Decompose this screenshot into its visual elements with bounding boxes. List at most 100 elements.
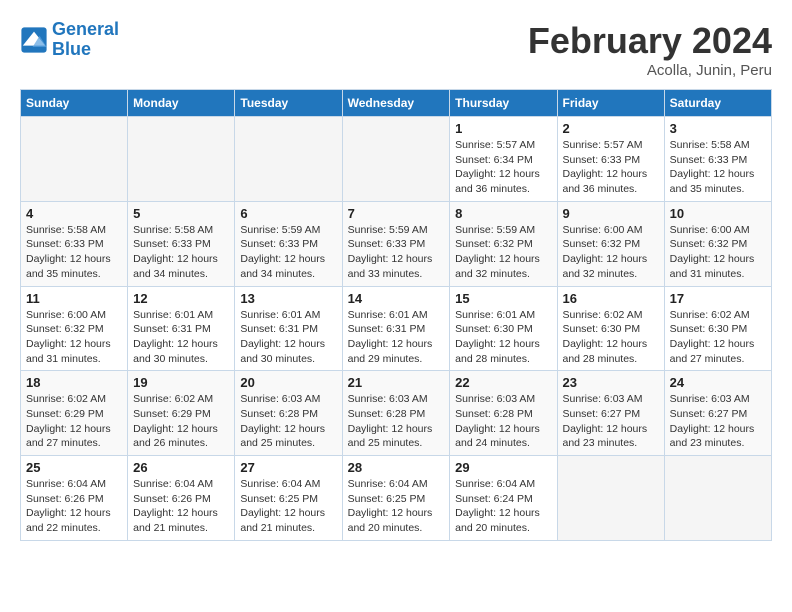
day-number: 13 bbox=[240, 291, 336, 306]
day-number: 2 bbox=[563, 121, 659, 136]
calendar-cell: 3 Sunrise: 5:58 AM Sunset: 6:33 PM Daylig… bbox=[664, 117, 771, 202]
day-number: 29 bbox=[455, 460, 551, 475]
calendar-cell: 7 Sunrise: 5:59 AM Sunset: 6:33 PM Daylig… bbox=[342, 201, 450, 286]
calendar-cell bbox=[342, 117, 450, 202]
day-number: 1 bbox=[455, 121, 551, 136]
day-number: 20 bbox=[240, 375, 336, 390]
day-info: Sunrise: 6:01 AM Sunset: 6:31 PM Dayligh… bbox=[348, 308, 445, 367]
day-info: Sunrise: 5:58 AM Sunset: 6:33 PM Dayligh… bbox=[26, 223, 122, 282]
day-info: Sunrise: 6:00 AM Sunset: 6:32 PM Dayligh… bbox=[26, 308, 122, 367]
calendar-cell: 20 Sunrise: 6:03 AM Sunset: 6:28 PM Dayli… bbox=[235, 371, 342, 456]
day-number: 18 bbox=[26, 375, 122, 390]
col-header-thursday: Thursday bbox=[450, 90, 557, 117]
day-info: Sunrise: 6:00 AM Sunset: 6:32 PM Dayligh… bbox=[670, 223, 766, 282]
calendar-cell bbox=[235, 117, 342, 202]
day-info: Sunrise: 6:02 AM Sunset: 6:29 PM Dayligh… bbox=[26, 392, 122, 451]
day-number: 9 bbox=[563, 206, 659, 221]
day-info: Sunrise: 6:04 AM Sunset: 6:26 PM Dayligh… bbox=[26, 477, 122, 536]
calendar-cell bbox=[664, 456, 771, 541]
day-number: 26 bbox=[133, 460, 229, 475]
calendar-cell: 25 Sunrise: 6:04 AM Sunset: 6:26 PM Dayli… bbox=[21, 456, 128, 541]
day-number: 24 bbox=[670, 375, 766, 390]
day-info: Sunrise: 6:02 AM Sunset: 6:30 PM Dayligh… bbox=[670, 308, 766, 367]
day-number: 10 bbox=[670, 206, 766, 221]
day-number: 17 bbox=[670, 291, 766, 306]
day-number: 16 bbox=[563, 291, 659, 306]
day-number: 28 bbox=[348, 460, 445, 475]
day-info: Sunrise: 6:01 AM Sunset: 6:31 PM Dayligh… bbox=[133, 308, 229, 367]
day-number: 21 bbox=[348, 375, 445, 390]
calendar-cell: 12 Sunrise: 6:01 AM Sunset: 6:31 PM Dayli… bbox=[128, 286, 235, 371]
col-header-monday: Monday bbox=[128, 90, 235, 117]
location: Acolla, Junin, Peru bbox=[528, 62, 772, 79]
calendar-cell: 21 Sunrise: 6:03 AM Sunset: 6:28 PM Dayli… bbox=[342, 371, 450, 456]
day-info: Sunrise: 5:58 AM Sunset: 6:33 PM Dayligh… bbox=[670, 138, 766, 197]
calendar-cell bbox=[557, 456, 664, 541]
day-info: Sunrise: 6:04 AM Sunset: 6:24 PM Dayligh… bbox=[455, 477, 551, 536]
calendar-cell: 15 Sunrise: 6:01 AM Sunset: 6:30 PM Dayli… bbox=[450, 286, 557, 371]
calendar-cell: 14 Sunrise: 6:01 AM Sunset: 6:31 PM Dayli… bbox=[342, 286, 450, 371]
day-number: 22 bbox=[455, 375, 551, 390]
col-header-tuesday: Tuesday bbox=[235, 90, 342, 117]
day-number: 3 bbox=[670, 121, 766, 136]
calendar-cell: 23Sunrise: 6:03 AM Sunset: 6:27 PM Dayli… bbox=[557, 371, 664, 456]
day-info: Sunrise: 5:58 AM Sunset: 6:33 PM Dayligh… bbox=[133, 223, 229, 282]
calendar-cell: 10 Sunrise: 6:00 AM Sunset: 6:32 PM Dayli… bbox=[664, 201, 771, 286]
logo-icon bbox=[20, 26, 48, 54]
calendar-cell bbox=[21, 117, 128, 202]
calendar-cell: 24Sunrise: 6:03 AM Sunset: 6:27 PM Dayli… bbox=[664, 371, 771, 456]
day-info: Sunrise: 5:59 AM Sunset: 6:33 PM Dayligh… bbox=[240, 223, 336, 282]
day-number: 4 bbox=[26, 206, 122, 221]
week-row-1: 1 Sunrise: 5:57 AM Sunset: 6:34 PM Daylig… bbox=[21, 117, 772, 202]
day-info: Sunrise: 6:02 AM Sunset: 6:29 PM Dayligh… bbox=[133, 392, 229, 451]
calendar-cell: 18 Sunrise: 6:02 AM Sunset: 6:29 PM Dayli… bbox=[21, 371, 128, 456]
calendar-cell: 17 Sunrise: 6:02 AM Sunset: 6:30 PM Dayli… bbox=[664, 286, 771, 371]
calendar-header-row: SundayMondayTuesdayWednesdayThursdayFrid… bbox=[21, 90, 772, 117]
day-info: Sunrise: 6:01 AM Sunset: 6:30 PM Dayligh… bbox=[455, 308, 551, 367]
calendar-cell: 9Sunrise: 6:00 AM Sunset: 6:32 PM Daylig… bbox=[557, 201, 664, 286]
day-info: Sunrise: 6:03 AM Sunset: 6:28 PM Dayligh… bbox=[348, 392, 445, 451]
calendar-cell: 29 Sunrise: 6:04 AM Sunset: 6:24 PM Dayli… bbox=[450, 456, 557, 541]
day-number: 8 bbox=[455, 206, 551, 221]
calendar-cell: 28 Sunrise: 6:04 AM Sunset: 6:25 PM Dayli… bbox=[342, 456, 450, 541]
calendar-cell: 1 Sunrise: 5:57 AM Sunset: 6:34 PM Daylig… bbox=[450, 117, 557, 202]
day-info: Sunrise: 6:02 AM Sunset: 6:30 PM Dayligh… bbox=[563, 308, 659, 367]
day-info: Sunrise: 5:57 AM Sunset: 6:34 PM Dayligh… bbox=[455, 138, 551, 197]
day-info: Sunrise: 5:59 AM Sunset: 6:33 PM Dayligh… bbox=[348, 223, 445, 282]
calendar-cell: 8 Sunrise: 5:59 AM Sunset: 6:32 PM Daylig… bbox=[450, 201, 557, 286]
day-number: 11 bbox=[26, 291, 122, 306]
day-number: 25 bbox=[26, 460, 122, 475]
day-info: Sunrise: 6:04 AM Sunset: 6:25 PM Dayligh… bbox=[348, 477, 445, 536]
col-header-friday: Friday bbox=[557, 90, 664, 117]
day-number: 15 bbox=[455, 291, 551, 306]
col-header-saturday: Saturday bbox=[664, 90, 771, 117]
calendar-cell: 22 Sunrise: 6:03 AM Sunset: 6:28 PM Dayli… bbox=[450, 371, 557, 456]
day-info: Sunrise: 6:01 AM Sunset: 6:31 PM Dayligh… bbox=[240, 308, 336, 367]
col-header-sunday: Sunday bbox=[21, 90, 128, 117]
calendar-cell: 4 Sunrise: 5:58 AM Sunset: 6:33 PM Daylig… bbox=[21, 201, 128, 286]
day-number: 23 bbox=[563, 375, 659, 390]
calendar-cell: 13 Sunrise: 6:01 AM Sunset: 6:31 PM Dayli… bbox=[235, 286, 342, 371]
day-number: 6 bbox=[240, 206, 336, 221]
page-header: General Blue February 2024 Acolla, Junin… bbox=[20, 20, 772, 79]
day-info: Sunrise: 6:04 AM Sunset: 6:25 PM Dayligh… bbox=[240, 477, 336, 536]
day-number: 7 bbox=[348, 206, 445, 221]
day-number: 12 bbox=[133, 291, 229, 306]
day-number: 14 bbox=[348, 291, 445, 306]
day-info: Sunrise: 6:03 AM Sunset: 6:28 PM Dayligh… bbox=[455, 392, 551, 451]
logo: General Blue bbox=[20, 20, 119, 60]
col-header-wednesday: Wednesday bbox=[342, 90, 450, 117]
calendar-cell: 11 Sunrise: 6:00 AM Sunset: 6:32 PM Dayli… bbox=[21, 286, 128, 371]
calendar-cell: 27Sunrise: 6:04 AM Sunset: 6:25 PM Dayli… bbox=[235, 456, 342, 541]
calendar-cell: 26Sunrise: 6:04 AM Sunset: 6:26 PM Dayli… bbox=[128, 456, 235, 541]
week-row-4: 18 Sunrise: 6:02 AM Sunset: 6:29 PM Dayli… bbox=[21, 371, 772, 456]
calendar-cell: 5 Sunrise: 5:58 AM Sunset: 6:33 PM Daylig… bbox=[128, 201, 235, 286]
logo-text: General Blue bbox=[52, 20, 119, 60]
week-row-2: 4 Sunrise: 5:58 AM Sunset: 6:33 PM Daylig… bbox=[21, 201, 772, 286]
day-number: 19 bbox=[133, 375, 229, 390]
day-info: Sunrise: 5:59 AM Sunset: 6:32 PM Dayligh… bbox=[455, 223, 551, 282]
calendar-cell: 16 Sunrise: 6:02 AM Sunset: 6:30 PM Dayli… bbox=[557, 286, 664, 371]
day-number: 5 bbox=[133, 206, 229, 221]
calendar-cell bbox=[128, 117, 235, 202]
day-info: Sunrise: 6:03 AM Sunset: 6:28 PM Dayligh… bbox=[240, 392, 336, 451]
